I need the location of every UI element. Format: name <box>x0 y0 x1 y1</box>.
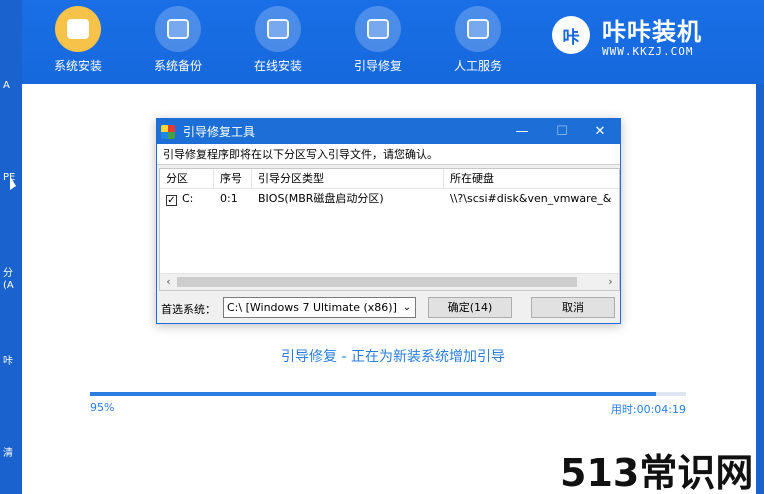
desktop-fragment: 清 <box>3 448 13 459</box>
dialog-footer: 首选系统： C:\ [Windows 7 Ultimate (x86)] ⌄ 确… <box>157 294 620 322</box>
close-icon[interactable]: ✕ <box>580 119 620 144</box>
nav-boot-repair[interactable]: 引导修复 <box>340 6 416 78</box>
brand-url: WWW.KKZJ.COM <box>602 45 694 58</box>
table-row[interactable]: ✓ C: 0:1 BIOS(MBR磁盘启动分区) \\?\scsi#disk&ve… <box>160 189 619 209</box>
confirm-button[interactable]: 确定(14) <box>428 297 512 318</box>
top-navigation-bar: 系统安装 系统备份 在线安装 引导修复 人工服务 咔 咔咔装机 WWW.KKZJ… <box>22 0 764 84</box>
partition-value: C: <box>182 192 194 205</box>
progress-bar <box>90 392 686 396</box>
row-checkbox[interactable]: ✓ <box>166 195 177 206</box>
dialog-titlebar[interactable]: 引导修复工具 — ☐ ✕ <box>157 119 620 144</box>
progress-percent: 95% <box>90 401 115 414</box>
chat-icon <box>455 6 501 52</box>
column-header-type[interactable]: 引导分区类型 <box>252 169 444 188</box>
scroll-right-icon[interactable]: › <box>602 274 619 290</box>
status-text: 引导修复 - 正在为新装系统增加引导 <box>281 349 505 365</box>
preferred-system-label: 首选系统： <box>161 303 216 316</box>
disk-cell: \\?\scsi#disk&ven_vmware_& <box>450 192 612 205</box>
nav-label: 系统备份 <box>153 59 202 73</box>
scroll-left-icon[interactable]: ‹ <box>160 274 177 290</box>
backup-icon <box>155 6 201 52</box>
nav-label: 在线安装 <box>253 59 302 73</box>
nav-backup-system[interactable]: 系统备份 <box>140 6 216 78</box>
column-header-disk[interactable]: 所在硬盘 <box>444 169 619 188</box>
index-cell: 0:1 <box>220 192 238 205</box>
nav-online-install[interactable]: 在线安装 <box>240 6 316 78</box>
preferred-system-value: C:\ [Windows 7 Ultimate (x86)] <box>227 301 397 314</box>
preferred-system-select[interactable]: C:\ [Windows 7 Ultimate (x86)] ⌄ <box>223 297 416 318</box>
download-icon <box>255 6 301 52</box>
installer-window: 系统安装 系统备份 在线安装 引导修复 人工服务 咔 咔咔装机 WWW.KKZJ… <box>22 0 764 494</box>
column-header-index[interactable]: 序号 <box>214 169 252 188</box>
column-header-partition[interactable]: 分区 <box>160 169 214 188</box>
nav-label: 人工服务 <box>453 59 502 73</box>
nav-label: 引导修复 <box>353 59 402 73</box>
partition-cell: ✓ C: <box>160 189 214 209</box>
boot-repair-dialog: 引导修复工具 — ☐ ✕ 引导修复程序即将在以下分区写入引导文件，请您确认。 分… <box>156 118 621 324</box>
desktop-fragment: 分 <box>3 268 13 279</box>
brand-logo-icon: 咔 <box>552 16 590 54</box>
mouse-cursor-icon <box>10 176 16 190</box>
chevron-down-icon: ⌄ <box>399 298 415 317</box>
toolbox-icon <box>355 6 401 52</box>
scrollbar-thumb[interactable] <box>177 277 577 287</box>
watermark: 513常识网 <box>560 451 754 494</box>
app-icon <box>161 124 175 139</box>
minimize-icon[interactable]: — <box>502 119 542 144</box>
partition-list[interactable]: 分区 序号 引导分区类型 所在硬盘 ✓ C: 0:1 BIOS(MBR磁盘启动分区… <box>159 168 620 291</box>
install-system-icon <box>55 6 101 52</box>
maximize-icon: ☐ <box>556 124 568 139</box>
horizontal-scrollbar[interactable]: ‹ › <box>160 273 619 290</box>
desktop-fragment: (A <box>3 280 14 291</box>
right-edge-strip <box>756 84 764 494</box>
cancel-button[interactable]: 取消 <box>531 297 615 318</box>
type-cell: BIOS(MBR磁盘启动分区) <box>258 192 384 205</box>
progress-fill <box>90 392 657 396</box>
nav-install-system[interactable]: 系统安装 <box>40 6 116 78</box>
desktop-fragment: 咔 <box>3 356 13 367</box>
nav-label: 系统安装 <box>53 59 102 73</box>
desktop-left-strip: A PE 分 (A 咔 清 <box>0 0 22 494</box>
desktop-fragment: A <box>3 80 10 91</box>
dialog-title: 引导修复工具 <box>183 125 256 139</box>
dialog-message: 引导修复程序即将在以下分区写入引导文件，请您确认。 <box>157 144 620 165</box>
nav-manual-service[interactable]: 人工服务 <box>440 6 516 78</box>
brand-name: 咔咔装机 <box>602 18 702 46</box>
brand: 咔 咔咔装机 WWW.KKZJ.COM <box>552 10 752 70</box>
elapsed-time: 用时:00:04:19 <box>610 403 686 416</box>
list-header: 分区 序号 引导分区类型 所在硬盘 <box>160 169 619 189</box>
